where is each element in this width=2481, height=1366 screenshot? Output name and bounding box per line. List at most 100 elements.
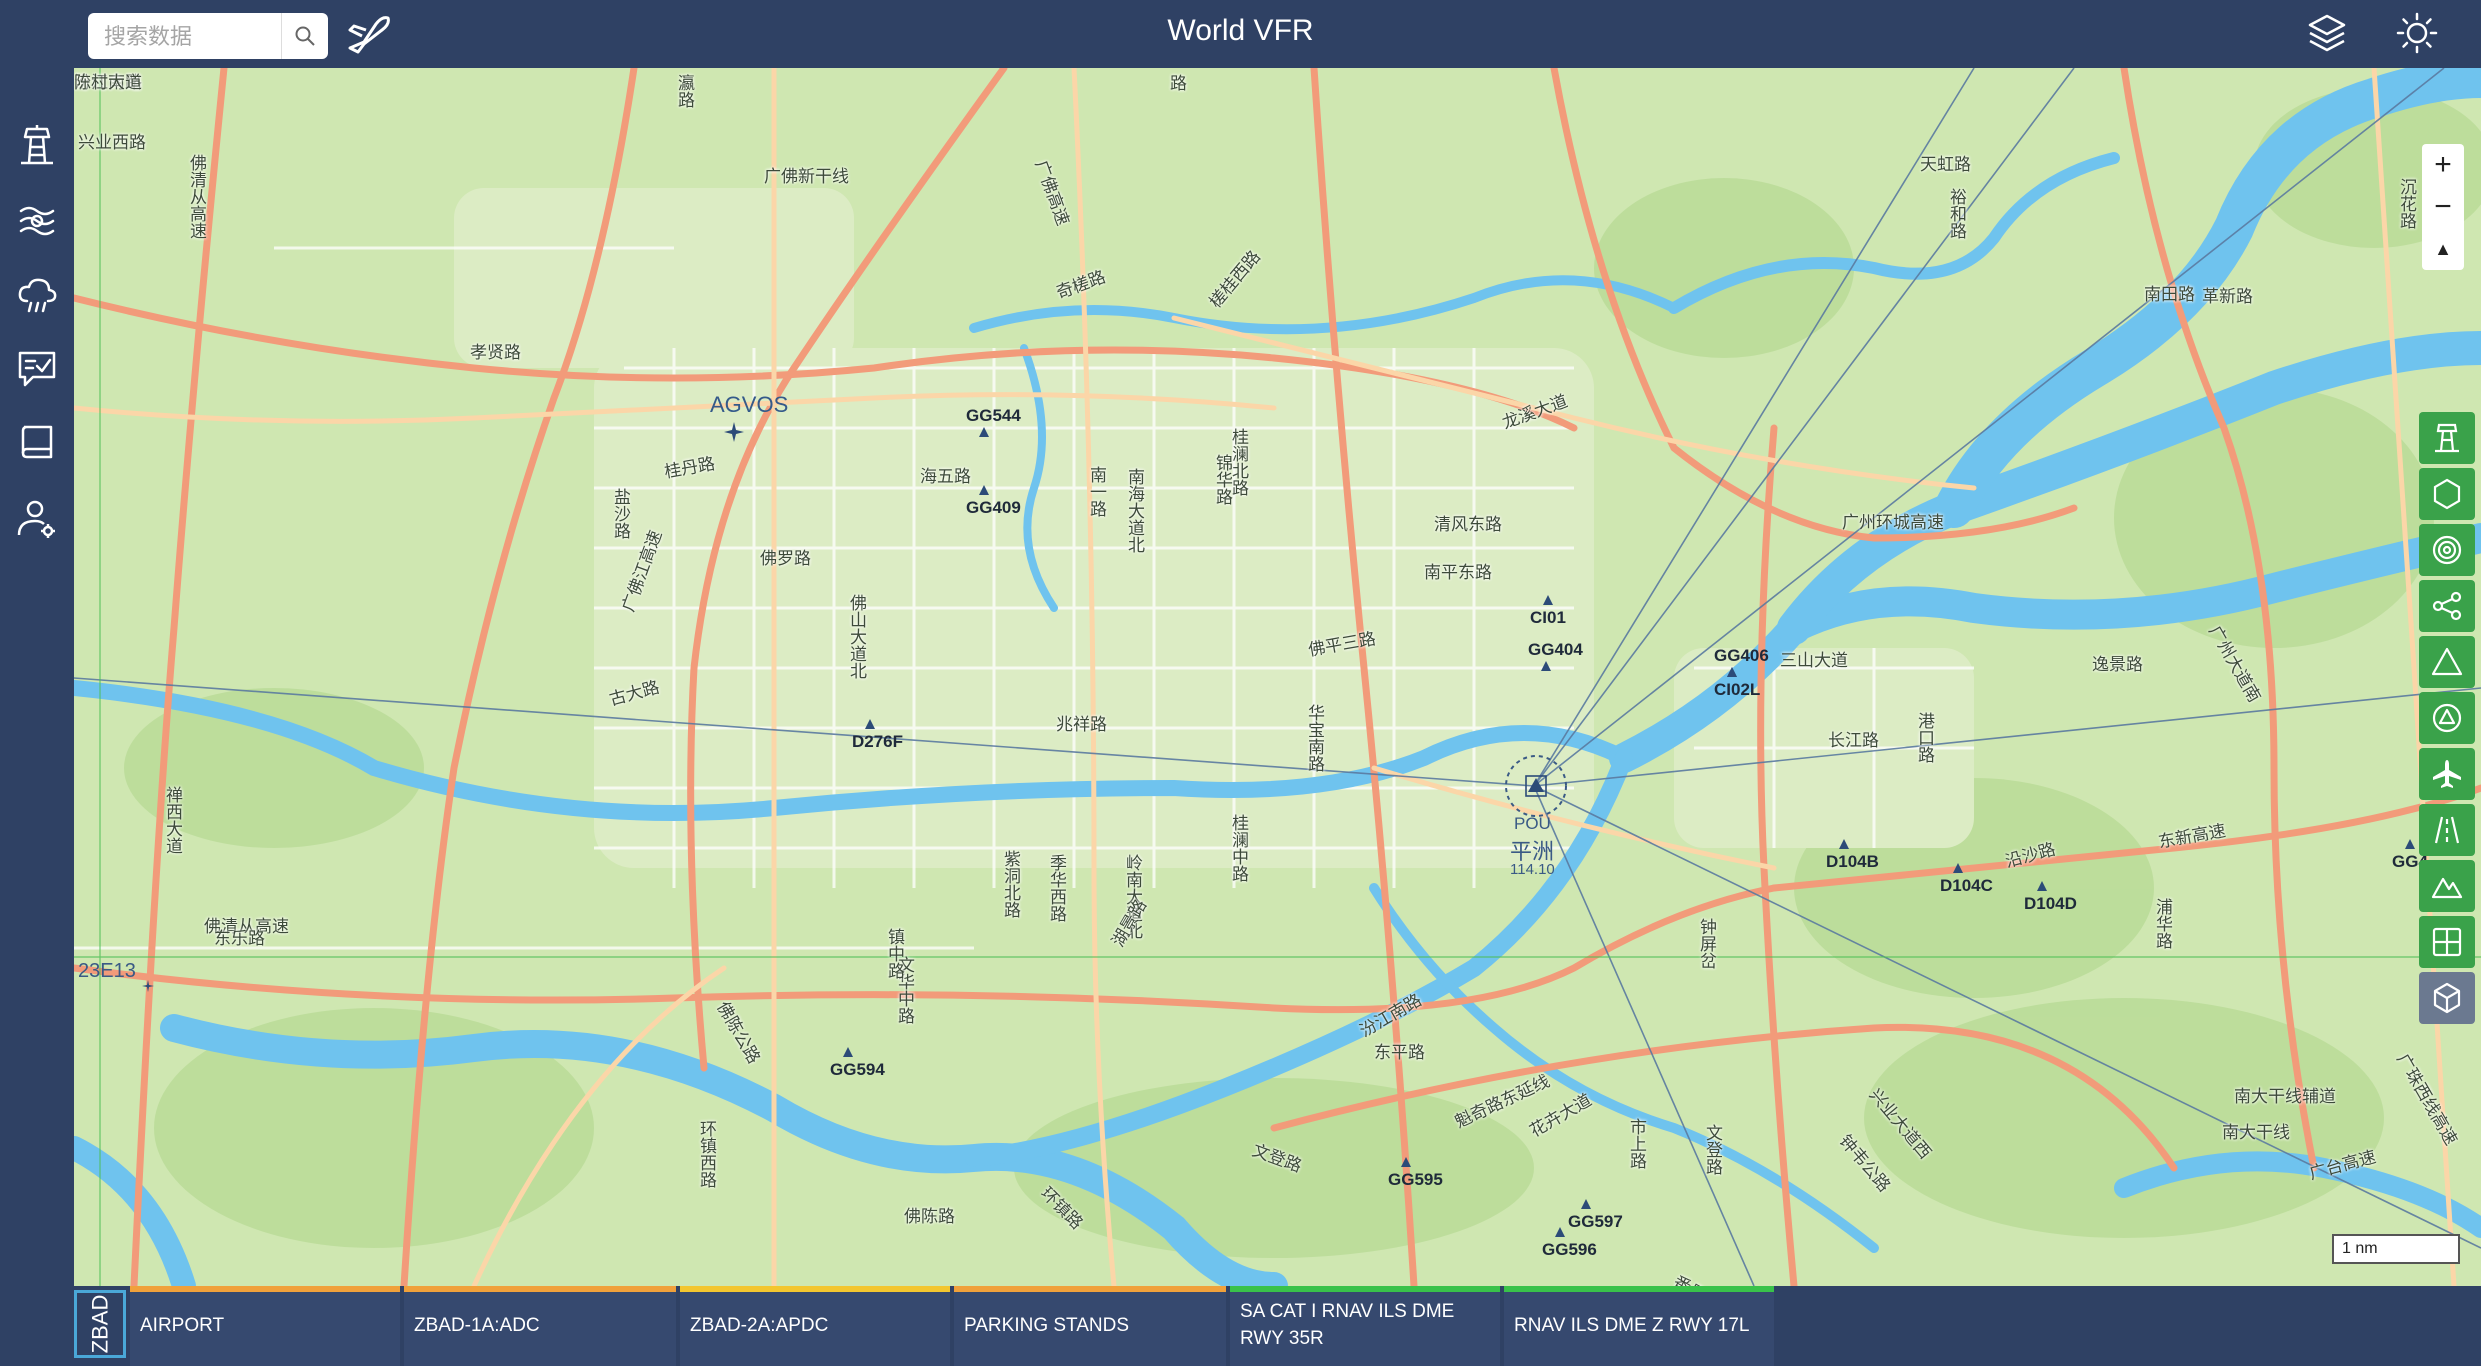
airport-code-tab[interactable]: ZBAD — [74, 1290, 126, 1358]
road-label: 禅西大道 — [163, 786, 182, 854]
vor-dme-symbol[interactable] — [1500, 750, 1572, 822]
tab-label: ZBAD-1A:ADC — [414, 1315, 540, 1336]
tool-airways[interactable] — [2419, 580, 2475, 632]
road-label: 瀛路 — [675, 74, 694, 108]
waypoint-gg409[interactable]: GG409 — [966, 485, 1021, 518]
tab-color-bar — [954, 1286, 1226, 1292]
waypoint-label: GG404 — [1528, 640, 1583, 659]
share-nodes-icon — [2432, 591, 2462, 621]
nav-account[interactable] — [10, 492, 64, 546]
waypoint-gg404[interactable]: GG404 — [1528, 640, 1583, 671]
road-label: 南田路 — [2144, 285, 2195, 304]
road-label: 桂澜中路 — [1229, 814, 1248, 882]
tool-navaids[interactable] — [2419, 692, 2475, 744]
waypoint-gg595[interactable]: GG595 — [1388, 1157, 1443, 1190]
nav-weather[interactable] — [10, 192, 64, 246]
road-label: 孝贤路 — [470, 343, 521, 362]
theme-toggle-button[interactable] — [2394, 10, 2440, 56]
tool-airspace[interactable] — [2419, 468, 2475, 520]
road-label: 佛陈路 — [904, 1207, 955, 1226]
search-button[interactable] — [281, 13, 328, 59]
waypoint-d276f[interactable]: D276F — [852, 719, 904, 752]
waypoint-triangle-icon — [2405, 839, 2415, 849]
left-nav — [0, 68, 74, 1366]
nav-forecast[interactable] — [10, 268, 64, 322]
target-icon — [2432, 535, 2462, 565]
tab-apdc-2a[interactable]: ZBAD-2A:APDC — [680, 1286, 950, 1366]
road-label: 长江路 — [1828, 731, 1879, 750]
road-label: 佛山大道北 — [847, 594, 866, 679]
tab-airport[interactable]: AIRPORT — [130, 1286, 400, 1366]
tab-ils-17l[interactable]: RNAV ILS DME Z RWY 17L — [1504, 1286, 1774, 1366]
map-canvas[interactable]: POU 平洲 114.10 AGVOS GG544 GG409 D276F CI01 G… — [74, 68, 2481, 1286]
waypoint-triangle-icon — [2037, 881, 2047, 891]
waypoint-label: AGVOS — [710, 392, 789, 417]
search-input[interactable] — [102, 20, 281, 54]
road-label: 海五路 — [920, 467, 971, 486]
flight-plan-button[interactable] — [345, 12, 395, 56]
nav-airports[interactable] — [10, 118, 64, 172]
chart-tabs-bar: ZBAD AIRPORT ZBAD-1A:ADC ZBAD-2A:APDC PA… — [74, 1286, 2481, 1366]
waypoint-d104d[interactable]: D104D — [2024, 881, 2077, 914]
waypoint-d104c[interactable]: D104C — [1940, 863, 1993, 896]
tool-airports[interactable] — [2419, 412, 2475, 464]
search-icon — [295, 26, 315, 46]
triangle-icon — [2431, 647, 2463, 676]
waypoint-label: CI01 — [1530, 608, 1566, 627]
zoom-out-button[interactable]: − — [2422, 186, 2464, 229]
waypoint-ci01[interactable]: CI01 — [1530, 595, 1566, 628]
tab-adc-1a[interactable]: ZBAD-1A:ADC — [404, 1286, 676, 1366]
cloud-rain-icon — [18, 278, 57, 313]
sun-icon — [2396, 12, 2438, 54]
road-label: 南海大道北 — [1125, 468, 1144, 553]
waypoint-label: GG596 — [1542, 1240, 1597, 1259]
waypoint-gg594[interactable]: GG594 — [830, 1047, 885, 1080]
waypoint-label: GG409 — [966, 498, 1021, 517]
road-label: 清风东路 — [1434, 515, 1502, 534]
tool-3d[interactable] — [2419, 972, 2475, 1024]
tool-waypoints[interactable] — [2419, 636, 2475, 688]
map-graphics — [74, 68, 2481, 1286]
tab-parking-stands[interactable]: PARKING STANDS — [954, 1286, 1226, 1366]
tool-grid[interactable] — [2419, 916, 2475, 968]
navaid-ident: POU — [1514, 814, 1551, 833]
grid-icon — [2432, 927, 2462, 957]
compass-button[interactable]: ▲ — [2422, 228, 2464, 270]
waypoint-gg406[interactable]: GG406 — [1714, 646, 1769, 677]
layers-icon — [2308, 14, 2346, 52]
waypoint-label: GG406 — [1714, 646, 1769, 665]
waypoint-gg597[interactable]: GG597 — [1568, 1199, 1623, 1232]
tab-label: ZBAD-2A:APDC — [690, 1315, 829, 1336]
tool-terrain[interactable] — [2419, 860, 2475, 912]
tab-ils-35r[interactable]: SA CAT I RNAV ILS DME RWY 35R — [1230, 1286, 1500, 1366]
waypoint-gg596[interactable]: GG596 — [1542, 1227, 1597, 1260]
waypoint-gg544[interactable]: GG544 — [966, 406, 1021, 437]
tab-label: RNAV ILS DME Z RWY 17L — [1514, 1315, 1750, 1336]
layers-button[interactable] — [2304, 10, 2350, 56]
tool-traffic[interactable] — [2419, 748, 2475, 800]
road-label: 三山大道 — [1780, 651, 1848, 670]
road-label: 港口路 — [1915, 712, 1934, 763]
road-label: 佛罗路 — [760, 549, 811, 568]
road-label: 南一路 — [1087, 466, 1106, 517]
nav-briefing[interactable] — [10, 342, 64, 396]
waypoint-d104b[interactable]: D104B — [1826, 839, 1879, 872]
nav-library[interactable] — [10, 416, 64, 470]
road-label: 锦华路 — [1213, 454, 1232, 505]
zoom-in-button[interactable]: + — [2422, 144, 2464, 187]
waypoint-ci02l[interactable]: CI02L — [1714, 667, 1760, 700]
waypoint-triangle-icon — [1953, 863, 1963, 873]
waypoint-label: D104B — [1826, 852, 1879, 871]
airplane-icon — [2433, 760, 2461, 788]
user-settings-icon — [17, 500, 55, 538]
waypoint-23e13[interactable]: 23E13 — [78, 960, 154, 992]
road-label: 华宝南路 — [1305, 704, 1324, 772]
waypoint-label: GG544 — [966, 406, 1021, 425]
road-label: 路 — [1167, 74, 1186, 91]
waypoint-label: D276F — [852, 732, 904, 751]
waypoint-triangle-icon — [979, 427, 989, 437]
tool-runways[interactable] — [2419, 804, 2475, 856]
tool-restricted[interactable] — [2419, 524, 2475, 576]
tab-color-bar — [1504, 1286, 1774, 1292]
waypoint-agvos[interactable]: AGVOS — [710, 392, 789, 442]
